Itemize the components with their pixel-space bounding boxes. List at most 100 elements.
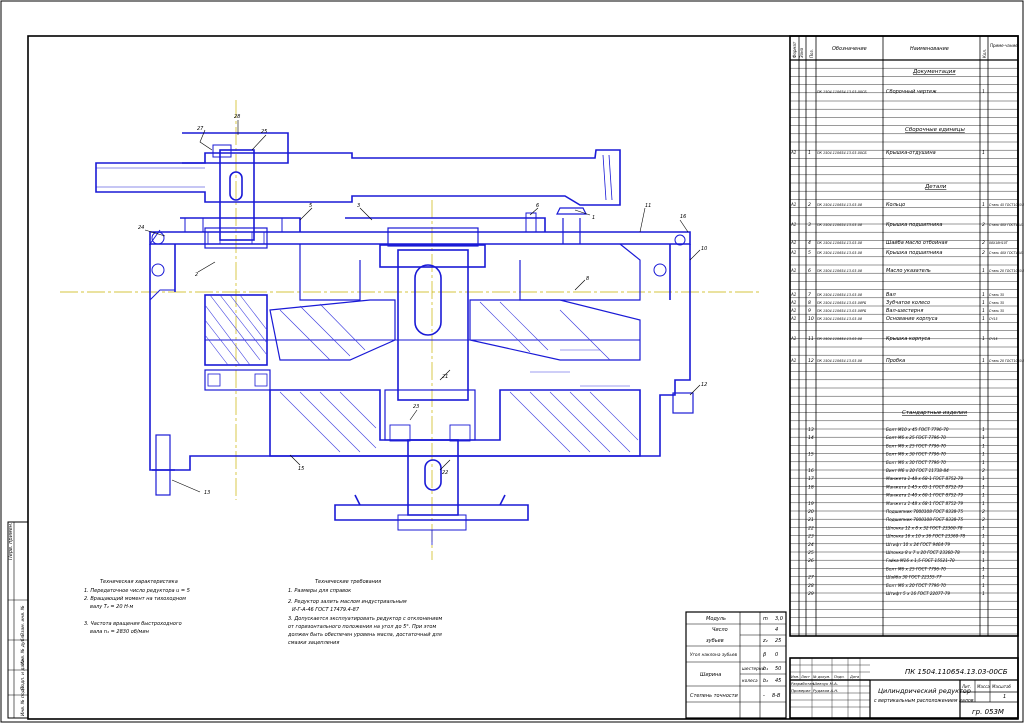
- pos-1: 1: [592, 215, 595, 221]
- bom-row-name: Крышка подшипника: [886, 250, 942, 256]
- param-teeth-val-2: 25: [775, 638, 781, 644]
- bom-standard-position: 23: [808, 534, 814, 540]
- param-accuracy: Степень точности: [690, 693, 739, 699]
- param-accuracy-val: 8-В: [772, 693, 781, 699]
- bom-standard-name: Подшипник 7000108 ГОСТ 8338-75: [886, 509, 963, 514]
- param-accuracy-sym: -: [763, 693, 765, 699]
- tech-char-line-5: вала n₁ = 2830 об/мин: [90, 629, 150, 635]
- bom-standard-qty: 1: [982, 484, 985, 490]
- bom-standard-qty: 1: [982, 493, 985, 499]
- title-developer-role: Разработал: [791, 681, 815, 686]
- bom-row-name: Масло указатель: [886, 268, 931, 274]
- bom-row-note: Сталь 20 ГОСТ1050-88: [989, 269, 1024, 273]
- bom-row-note: СЧ15: [989, 337, 997, 341]
- bom-row-qty: 1: [982, 336, 985, 342]
- bom-standard-qty: 1: [982, 427, 985, 433]
- bom-section-details: Детали: [924, 184, 947, 190]
- bom-standard-qty: 1: [982, 566, 985, 572]
- bom-standard-qty: 2: [982, 509, 985, 515]
- bom-row-designation: ПК 1504.110654.13.03-08: [817, 359, 863, 363]
- bom-section-standard: Стандартные изделия: [902, 410, 968, 416]
- bom-row-designation: ПК 1504.110654.13.03-08: [817, 203, 863, 207]
- bom-row-format: А1: [790, 150, 796, 155]
- drawing-frame: [27, 35, 1019, 720]
- bom-standard-position: 20: [808, 509, 814, 515]
- title-checker-role: Проверил: [791, 688, 811, 693]
- bom-standard-name: Подшипник 7000108 ГОСТ 8338-75: [886, 517, 963, 522]
- bom-row-note: Сталь 40Х ГОСТ4543-71: [989, 223, 1024, 227]
- bom-standard-position: 25: [808, 550, 814, 556]
- title-developer: Шевчук М.А.: [813, 681, 838, 686]
- tech-char-title: Техническая характеристика: [100, 579, 178, 585]
- pos-23: 23: [413, 404, 419, 410]
- pos-16: 16: [680, 214, 686, 220]
- bom-row-position: 2: [808, 202, 811, 208]
- bom-row-format: А1: [790, 308, 796, 313]
- bom-row-designation: ПК 1504.110654.13.03-08РБ: [817, 309, 867, 313]
- title-subtitle: с вертикальным расположением валов: [874, 699, 974, 704]
- bom-row-note: Сталь 35: [989, 293, 1004, 297]
- bom-row-qty: 1: [982, 89, 985, 95]
- bom-row-name: Основание корпуса: [886, 316, 938, 322]
- title-scale-label: Масштаб: [992, 684, 1012, 689]
- bom-standard-name: Болт М10 х 45 ГОСТ 7796-70: [886, 427, 949, 432]
- bom-standard-name: Шпонка 16 х 10 х 36 ГОСТ 23360-78: [886, 534, 965, 539]
- bom-headers: Формат Зона Поз. Обозначение Наименовани…: [792, 41, 1018, 58]
- bom-row-name: Зубчатое колесо: [886, 300, 930, 306]
- bom-row-name: Крышка-отдушина: [886, 150, 936, 156]
- bom-header-pos: Поз.: [809, 49, 814, 58]
- bom-row-format: А1: [790, 336, 796, 341]
- title-sheet-number: 1: [1003, 694, 1006, 700]
- gear-parameters-text: Модуль m 3,0 Число 4 зубьев z₂ 25 Угол н…: [690, 616, 783, 699]
- bom-standard-name: Болт М6 х 30 ГОСТ 7796-70: [886, 452, 946, 457]
- tech-char-line-1: 1. Передаточное число редуктора u = 5: [84, 588, 190, 594]
- bom-header-designation: Обозначение: [832, 46, 867, 52]
- bom-standard-name: Болт М6 х 30 ГОСТ 7796-70: [886, 460, 946, 465]
- pos-2: 2: [195, 272, 198, 278]
- bom-standard-position: 19: [808, 501, 814, 507]
- bom-row-format: А1: [790, 250, 796, 255]
- gear-parameters-table: [685, 611, 787, 719]
- bom-row-qty: 1: [982, 316, 985, 322]
- bom-row-name: Кольцо: [886, 202, 905, 208]
- bom-standard-position: 17: [808, 476, 814, 482]
- param-width-sym2: b₂: [763, 678, 768, 684]
- param-module: Модуль: [706, 616, 726, 622]
- bom-row-designation: ПК 1504.110654.13.03-08: [817, 241, 863, 245]
- pos-6: 6: [536, 203, 539, 209]
- bom-row-format: А1: [790, 268, 796, 273]
- bom-row-name: Крышка подшипника: [886, 222, 942, 228]
- param-teeth-sym: z₂: [762, 638, 768, 644]
- param-width-val2: 45: [775, 678, 781, 684]
- bom-standard-qty: 1: [982, 550, 985, 556]
- bom-standard-position: 27: [808, 575, 814, 581]
- title-checker: Рудаков А.Н.: [813, 688, 838, 693]
- side-stamp-7: Инв. № подл.: [20, 685, 26, 716]
- bom-standard-qty: 1: [982, 476, 985, 482]
- bom-row-name: Крышка корпуса: [886, 336, 930, 342]
- bom-header-zone: Зона: [799, 47, 804, 58]
- bom-standard-name: Гайка М16 х 1,5 ГОСТ 15521-70: [886, 558, 955, 563]
- bom-row-designation: ПК 1504.110654.13.03-08: [817, 269, 863, 273]
- bom-row-position: 7: [808, 292, 811, 298]
- tech-req-line-3: И-Г-А-46 ГОСТ 17479.4-87: [292, 607, 360, 613]
- bom-standard-position: 14: [808, 435, 814, 441]
- side-stamp-1: Перв. примен.: [8, 522, 14, 560]
- bom-row-position: 11: [808, 336, 814, 342]
- tech-req-line-1: 1. Размеры для справок: [288, 588, 351, 594]
- bom-standard-qty: 1: [982, 558, 985, 564]
- bom-row-qty: 1: [982, 268, 985, 274]
- bom-standard-position: 16: [808, 468, 814, 474]
- pos-24: 24: [138, 225, 144, 231]
- bom-standard-name: Манжета 1-45 х 65-1 ГОСТ 8752-79: [886, 484, 963, 489]
- bom-row-position: 4: [808, 240, 811, 246]
- tech-req-line-5: от горизонтального положения на угол до …: [288, 624, 436, 630]
- bom-row-designation: ПК 1504.110654.13.03-00СБ: [817, 90, 867, 94]
- tech-req-line-4: 3. Допускается эксплуатировать редуктор …: [288, 616, 443, 622]
- bom-standard-qty: 1: [982, 583, 985, 589]
- bom-row-name: Вал: [886, 292, 896, 298]
- tech-req-line-6: должен быть обеспечен уровень масла, дос…: [287, 632, 442, 638]
- bom-section-assembly: Сборочные единицы: [905, 127, 965, 133]
- bom-row-note: Сталь 35: [989, 309, 1004, 313]
- pos-11: 11: [645, 203, 651, 209]
